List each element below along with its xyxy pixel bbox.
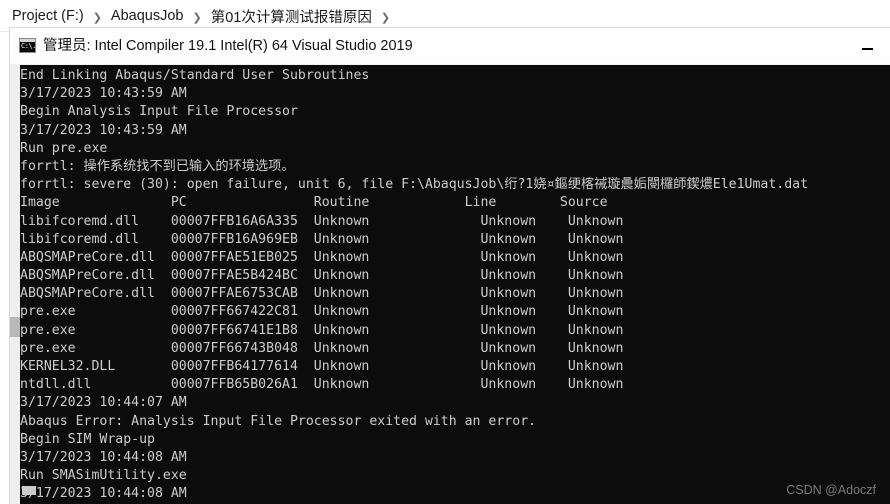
console-line: Begin Analysis Input File Processor [20,103,890,121]
console-scrollbar[interactable] [10,65,20,504]
console-line: pre.exe 00007FF66743B048 Unknown Unknown… [20,340,890,358]
console-line: ABQSMAPreCore.dll 00007FFAE6753CAB Unkno… [20,285,890,303]
console-line: KERNEL32.DLL 00007FFB64177614 Unknown Un… [20,358,890,376]
cmd-icon-glyph: C:\. [20,42,35,51]
breadcrumb-separator-icon: ❯ [376,11,395,24]
breadcrumb-item-1[interactable]: AbaqusJob [107,6,188,26]
console-line: forrtl: severe (30): open failure, unit … [20,176,890,194]
cmd-console-icon: C:\. [19,38,36,53]
watermark: CSDN @Adoczf [786,483,876,497]
console-line: End Linking Abaqus/Standard User Subrout… [20,67,890,85]
console-line: ntdll.dll 00007FFB65B026A1 Unknown Unkno… [20,376,890,394]
console-line: Run SMASimUtility.exe [20,467,890,485]
console-line: ABQSMAPreCore.dll 00007FFAE5B424BC Unkno… [20,267,890,285]
console-scrollbar-thumb[interactable] [10,317,20,337]
console-line: 3/17/2023 10:43:59 AM [20,122,890,140]
console-line: 3/17/2023 10:43:59 AM [20,85,890,103]
console-body[interactable]: End Linking Abaqus/Standard User Subrout… [10,65,890,504]
console-line: ABQSMAPreCore.dll 00007FFAE51EB025 Unkno… [20,249,890,267]
breadcrumb-item-0[interactable]: Project (F:) [8,6,88,26]
console-line: libifcoremd.dll 00007FFB16A969EB Unknown… [20,231,890,249]
console-line: forrtl: 操作系统找不到已输入的环境选项。 [20,158,890,176]
console-line: 3/17/2023 10:44:08 AM [20,449,890,467]
console-line: pre.exe 00007FF667422C81 Unknown Unknown… [20,303,890,321]
console-line: Abaqus Error: Analysis Input File Proces… [20,413,890,431]
minimize-button[interactable] [844,28,890,64]
console-window: C:\. 管理员: Intel Compiler 19.1 Intel(R) 6… [10,28,890,503]
console-line: libifcoremd.dll 00007FFB16A6A335 Unknown… [20,213,890,231]
console-line: Image PC Routine Line Source [20,194,890,212]
console-line: pre.exe 00007FF66741E1B8 Unknown Unknown… [20,322,890,340]
console-output: End Linking Abaqus/Standard User Subrout… [20,65,890,504]
console-title-text: 管理员: Intel Compiler 19.1 Intel(R) 64 Vis… [43,28,413,64]
breadcrumb-separator-icon: ❯ [187,11,206,24]
console-line: Run pre.exe [20,140,890,158]
console-line: Begin SIM Wrap-up [20,431,890,449]
console-line: 3/17/2023 10:44:08 AM [20,485,890,503]
console-caret [22,486,36,495]
minimize-icon [862,48,873,50]
console-line: 3/17/2023 10:44:07 AM [20,394,890,412]
console-titlebar[interactable]: C:\. 管理员: Intel Compiler 19.1 Intel(R) 6… [10,28,890,65]
breadcrumb-item-2[interactable]: 第01次计算测试报错原因 [207,4,376,29]
breadcrumb-separator-icon: ❯ [88,11,107,24]
